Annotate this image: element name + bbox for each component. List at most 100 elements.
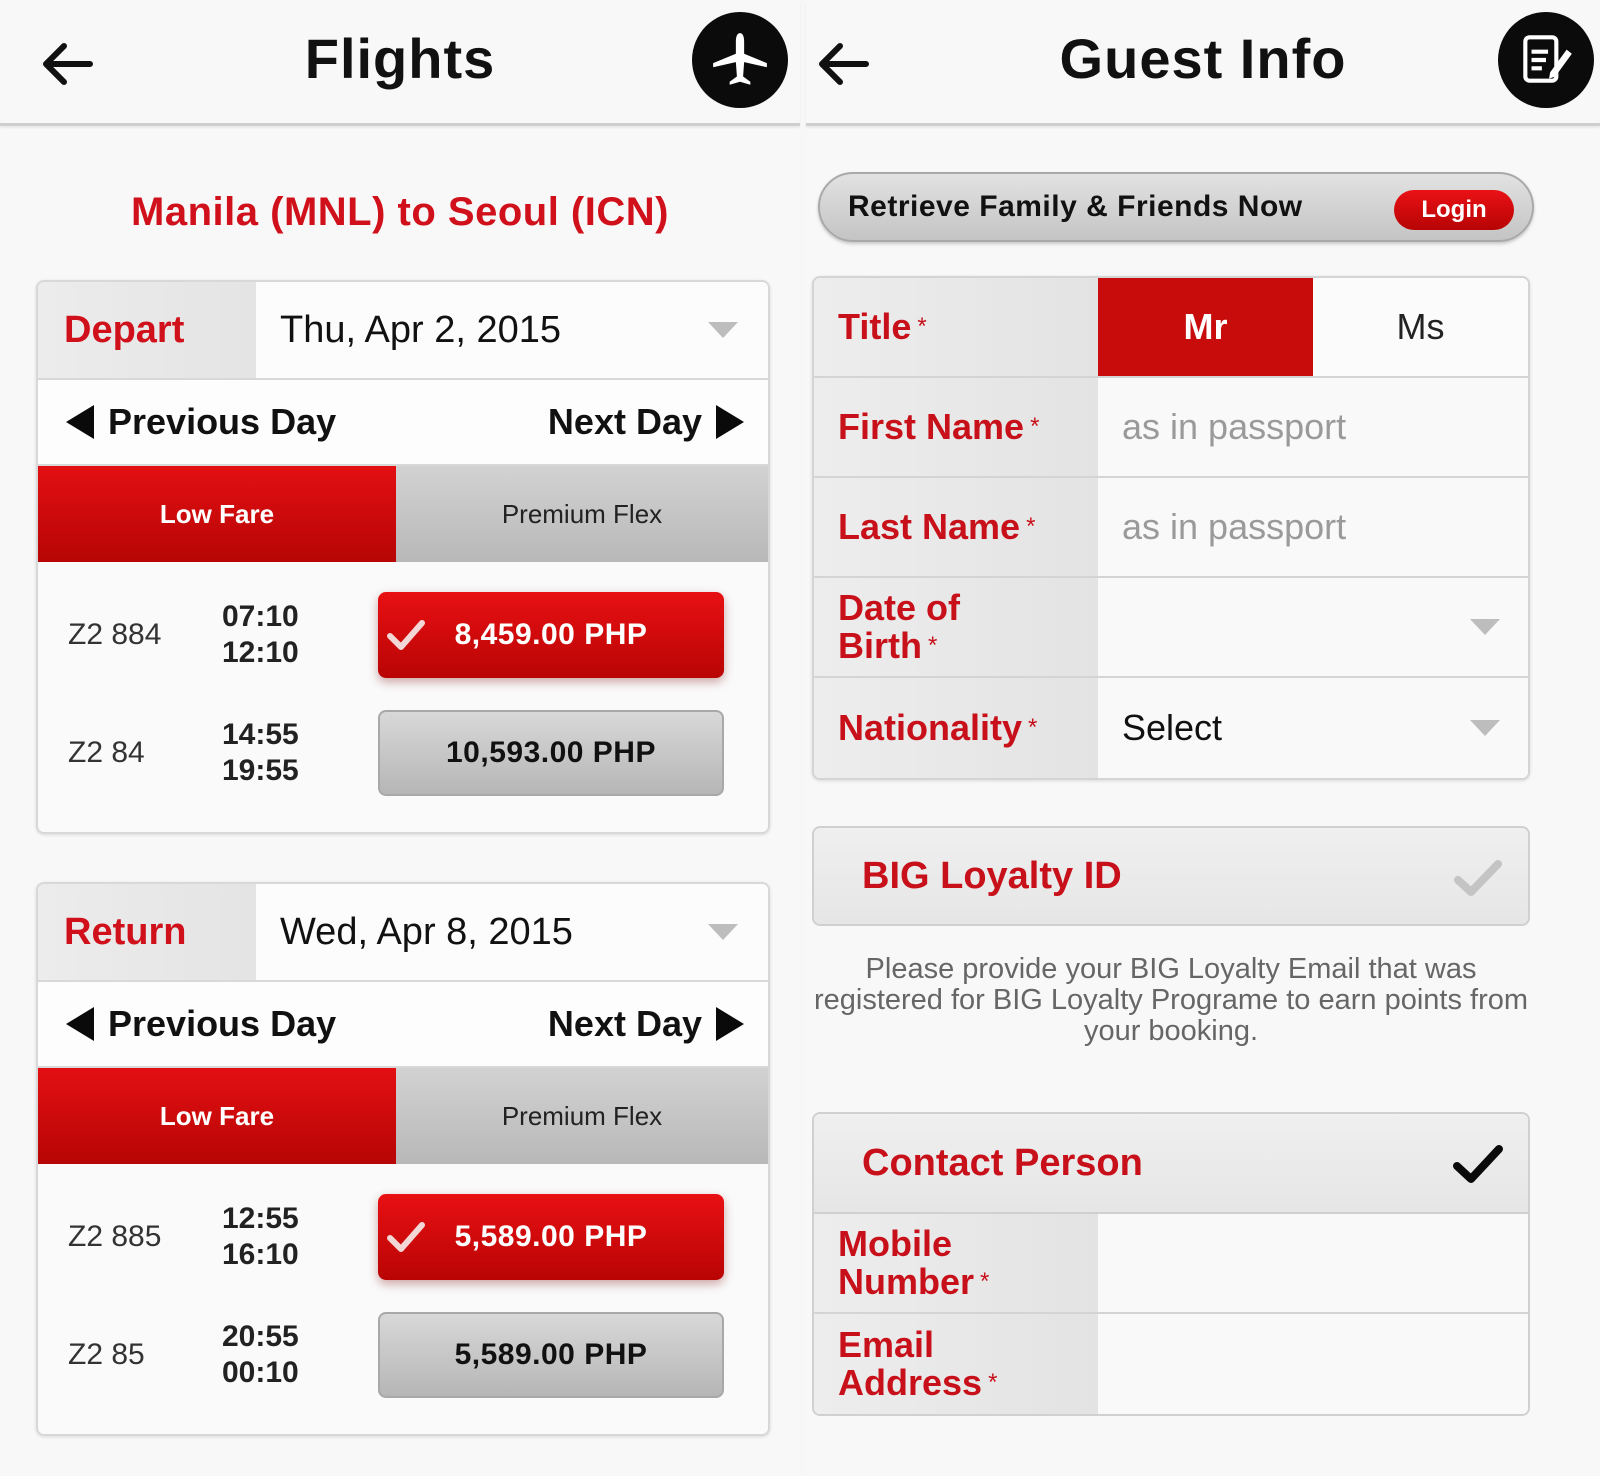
checkmark-icon xyxy=(1453,1145,1503,1183)
dob-label: Date of Birth * xyxy=(814,578,1098,676)
flight-times: 14:55 19:55 xyxy=(222,717,299,789)
depart-card: Depart Thu, Apr 2, 2015 Previous Day Nex… xyxy=(36,280,770,834)
checkmark-icon xyxy=(387,1222,425,1252)
depart-next-day-button[interactable]: Next Day xyxy=(548,401,744,443)
guest-badge xyxy=(1498,12,1594,108)
return-day-nav: Previous Day Next Day xyxy=(38,982,768,1068)
first-name-label: First Name * xyxy=(814,378,1098,476)
triangle-right-icon xyxy=(716,405,744,439)
flights-screen: Flights Manila (MNL) to Seoul (ICN) Depa… xyxy=(0,0,800,1476)
retrieve-family-banner: Retrieve Family & Friends Now Login xyxy=(818,172,1534,242)
last-name-row: Last Name * xyxy=(814,478,1528,578)
mobile-input[interactable] xyxy=(1122,1242,1528,1284)
dob-label-line1: Date of xyxy=(838,587,961,628)
contact-person-toggle[interactable]: Contact Person xyxy=(814,1114,1528,1214)
nationality-label: Nationality * xyxy=(814,678,1098,778)
departure-time: 20:55 xyxy=(222,1320,299,1353)
depart-previous-day-button[interactable]: Previous Day xyxy=(66,401,336,443)
nationality-value: Select xyxy=(1122,707,1223,748)
depart-date-select[interactable]: Thu, Apr 2, 2015 xyxy=(256,282,768,378)
tab-premium-flex[interactable]: Premium Flex xyxy=(396,466,768,562)
return-previous-day-button[interactable]: Previous Day xyxy=(66,1003,336,1045)
nationality-select[interactable]: Select xyxy=(1098,678,1528,778)
contact-person-section: Contact Person Mobile Number * Email Addr… xyxy=(812,1112,1530,1416)
return-card: Return Wed, Apr 8, 2015 Previous Day Nex… xyxy=(36,882,770,1436)
return-date-row: Return Wed, Apr 8, 2015 xyxy=(38,884,768,982)
return-date-select[interactable]: Wed, Apr 8, 2015 xyxy=(256,884,768,980)
first-name-label-text: First Name xyxy=(838,406,1025,447)
required-mark: * xyxy=(980,1268,990,1295)
title-segmented-control: Mr Ms xyxy=(1098,278,1528,376)
return-fare-tabs: Low Fare Premium Flex xyxy=(38,1068,768,1164)
tab-low-fare[interactable]: Low Fare xyxy=(38,466,396,562)
email-label-line1: Email xyxy=(838,1324,935,1365)
fare-price: 5,589.00 PHP xyxy=(454,1220,648,1253)
mobile-label: Mobile Number * xyxy=(814,1214,1098,1312)
fare-price-button[interactable]: 10,593.00 PHP xyxy=(378,710,724,796)
fare-price-button[interactable]: 5,589.00 PHP xyxy=(378,1194,724,1280)
dob-row: Date of Birth * xyxy=(814,578,1528,678)
required-mark: * xyxy=(917,313,927,340)
flight-row: Z2 885 12:55 16:10 5,589.00 PHP xyxy=(38,1178,768,1296)
guest-info-screen: Guest Info Retrieve Family & Friends Now… xyxy=(806,0,1600,1476)
next-day-label: Next Day xyxy=(547,401,702,442)
fare-price: 5,589.00 PHP xyxy=(454,1338,648,1371)
last-name-input[interactable] xyxy=(1122,506,1528,548)
mobile-field-wrap xyxy=(1098,1214,1528,1312)
flight-row: Z2 884 07:10 12:10 8,459.00 PHP xyxy=(38,576,768,694)
depart-fare-tabs: Low Fare Premium Flex xyxy=(38,466,768,562)
return-date-value: Wed, Apr 8, 2015 xyxy=(280,910,573,953)
flight-number: Z2 85 xyxy=(68,1338,145,1371)
required-mark: * xyxy=(928,632,938,659)
email-input[interactable] xyxy=(1122,1343,1528,1385)
fare-price-button[interactable]: 5,589.00 PHP xyxy=(378,1312,724,1398)
fare-price: 8,459.00 PHP xyxy=(454,618,648,651)
triangle-left-icon xyxy=(66,405,94,439)
tab-low-fare[interactable]: Low Fare xyxy=(38,1068,396,1164)
fare-price-button[interactable]: 8,459.00 PHP xyxy=(378,592,724,678)
title-option-ms[interactable]: Ms xyxy=(1313,278,1528,376)
first-name-field-wrap xyxy=(1098,378,1528,476)
contact-title: Contact Person xyxy=(862,1141,1143,1184)
required-mark: * xyxy=(1028,714,1038,741)
dob-select[interactable] xyxy=(1098,578,1528,676)
tab-premium-flex[interactable]: Premium Flex xyxy=(396,1068,768,1164)
flight-times: 07:10 12:10 xyxy=(222,599,299,671)
email-label: Email Address * xyxy=(814,1314,1098,1414)
route-title: Manila (MNL) to Seoul (ICN) xyxy=(131,190,669,234)
flight-number: Z2 885 xyxy=(68,1220,162,1253)
departure-time: 12:55 xyxy=(222,1202,299,1235)
triangle-left-icon xyxy=(66,1007,94,1041)
email-field-wrap xyxy=(1098,1314,1528,1414)
arrival-time: 12:10 xyxy=(222,636,299,669)
triangle-right-icon xyxy=(716,1007,744,1041)
previous-day-label: Previous Day xyxy=(108,401,337,442)
return-label: Return xyxy=(38,884,256,980)
title-option-mr[interactable]: Mr xyxy=(1098,278,1313,376)
first-name-input[interactable] xyxy=(1122,406,1528,448)
required-mark: * xyxy=(1026,513,1036,540)
return-next-day-button[interactable]: Next Day xyxy=(548,1003,744,1045)
flight-number: Z2 884 xyxy=(68,618,162,651)
login-button[interactable]: Login xyxy=(1394,190,1514,230)
depart-day-nav: Previous Day Next Day xyxy=(38,380,768,466)
mobile-label-line1: Mobile xyxy=(838,1223,952,1264)
previous-day-label: Previous Day xyxy=(108,1003,337,1044)
last-name-label-text: Last Name xyxy=(838,506,1021,547)
flights-header: Flights xyxy=(0,0,800,126)
page-title: Flights xyxy=(304,27,496,90)
page-title: Guest Info xyxy=(1059,27,1347,90)
flight-number: Z2 84 xyxy=(68,736,145,769)
chevron-down-icon xyxy=(1470,720,1500,736)
loyalty-note: Please provide your BIG Loyalty Email th… xyxy=(813,953,1529,1047)
nationality-label-text: Nationality xyxy=(838,707,1023,748)
airplane-icon xyxy=(713,33,767,85)
next-day-label: Next Day xyxy=(547,1003,702,1044)
chevron-down-icon xyxy=(708,322,738,338)
chevron-down-icon xyxy=(1470,619,1500,635)
flight-row: Z2 84 14:55 19:55 10,593.00 PHP xyxy=(38,694,768,812)
depart-label: Depart xyxy=(38,282,256,378)
nationality-row: Nationality * Select xyxy=(814,678,1528,778)
flight-row: Z2 85 20:55 00:10 5,589.00 PHP xyxy=(38,1296,768,1414)
big-loyalty-toggle[interactable]: BIG Loyalty ID xyxy=(812,826,1530,926)
